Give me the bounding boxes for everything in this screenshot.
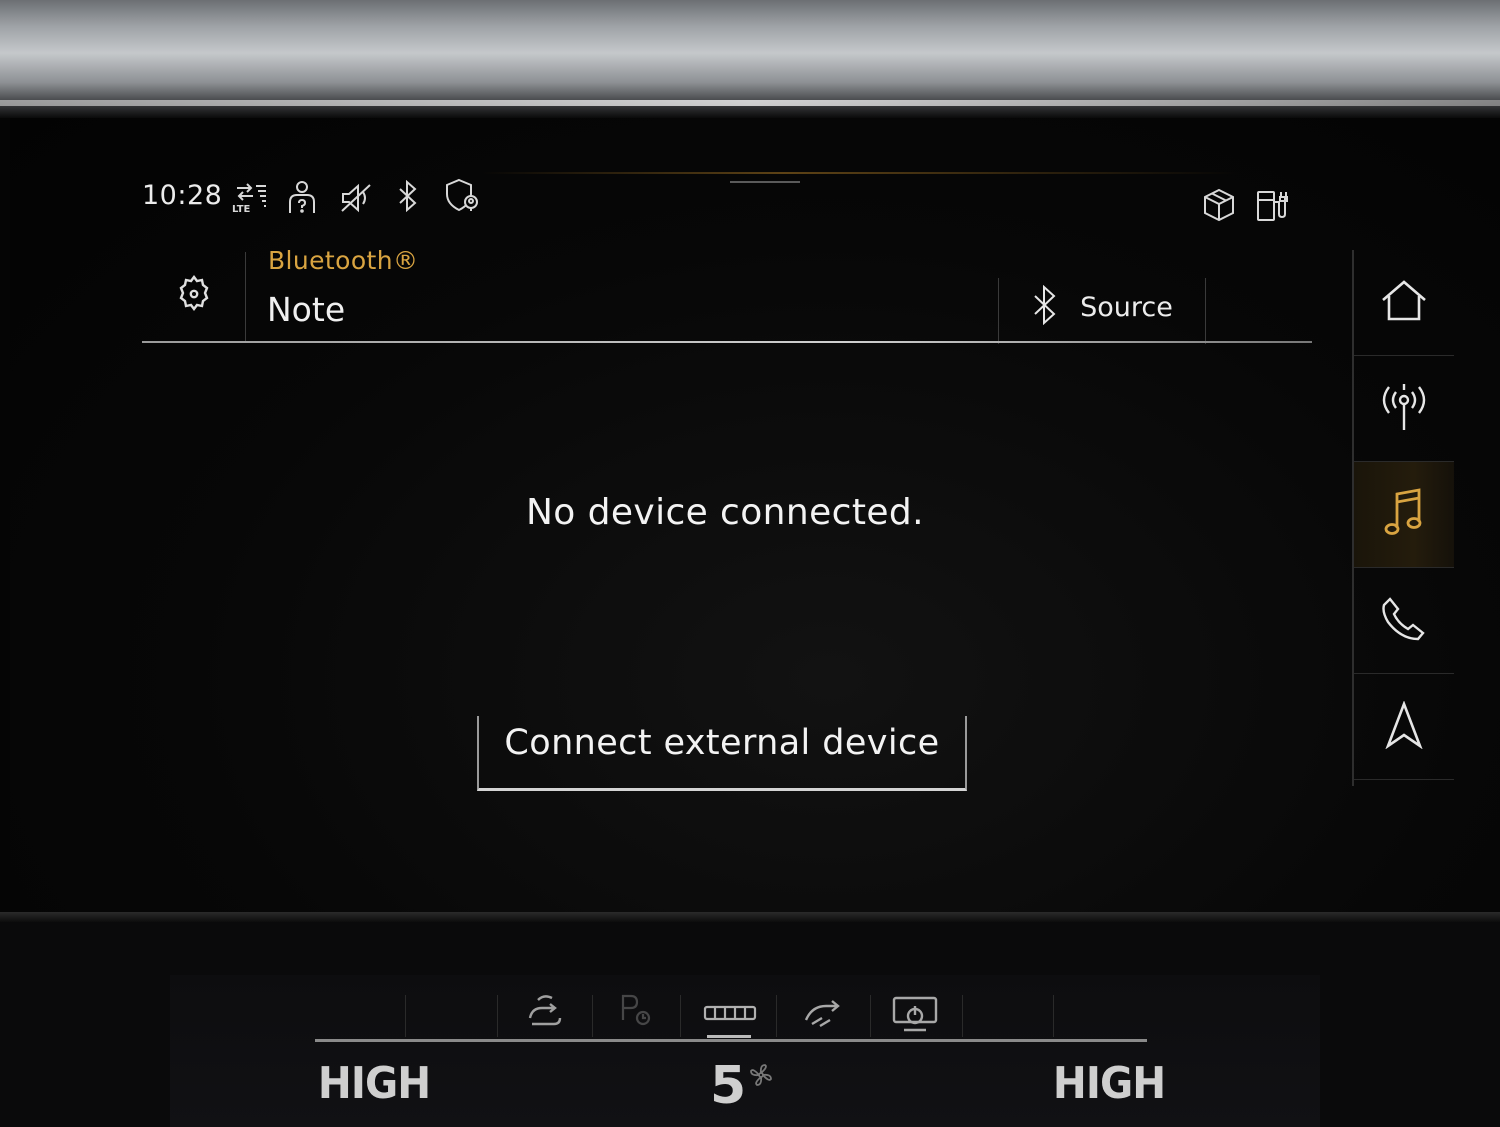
climate-divider	[870, 995, 871, 1037]
car-3d-icon[interactable]	[1203, 188, 1235, 222]
climate-active-indicator	[707, 1035, 751, 1038]
status-time: 10:28	[142, 180, 223, 211]
main-navigation	[1352, 250, 1454, 786]
nav-item-home[interactable]	[1354, 250, 1454, 356]
right-temperature[interactable]: HIGH	[1053, 1058, 1166, 1109]
climate-divider	[497, 995, 498, 1037]
climate-divider-line	[315, 1039, 1147, 1042]
bluetooth-icon	[1032, 284, 1058, 329]
screen-top-glow	[480, 172, 1240, 174]
lte-data-icon: LTE	[231, 182, 269, 214]
phone-icon	[1381, 596, 1427, 646]
screen-bezel	[0, 912, 1500, 922]
header-divider	[1205, 278, 1206, 344]
fan-icon	[748, 1062, 774, 1092]
nav-item-navigation[interactable]	[1354, 674, 1454, 780]
climate-divider	[776, 995, 777, 1037]
mute-icon	[340, 183, 374, 213]
source-button-label: Source	[1080, 291, 1173, 323]
home-icon	[1380, 279, 1428, 327]
location-privacy-icon	[444, 178, 482, 214]
settings-button[interactable]	[142, 250, 245, 342]
header-divider	[245, 252, 246, 342]
climate-divider	[405, 995, 406, 1037]
parking-heater-icon[interactable]	[617, 990, 657, 1034]
seat-heating-icon[interactable]	[703, 1003, 757, 1027]
climate-divider	[1053, 995, 1054, 1037]
charging-station-icon[interactable]	[1255, 188, 1289, 222]
source-button[interactable]: Source	[1000, 272, 1205, 342]
screen-display-off-icon[interactable]	[890, 994, 940, 1038]
fan-speed[interactable]: 5	[710, 1056, 746, 1116]
climate-divider	[680, 995, 681, 1037]
radio-antenna-icon	[1381, 382, 1427, 436]
music-note-icon	[1384, 487, 1424, 542]
connect-external-device-button[interactable]: Connect external device	[477, 716, 967, 791]
navigation-arrow-icon	[1385, 699, 1423, 753]
climate-divider	[962, 995, 963, 1037]
nav-item-phone[interactable]	[1354, 568, 1454, 674]
connect-button-label: Connect external device	[504, 723, 940, 763]
left-temperature[interactable]: HIGH	[318, 1058, 431, 1109]
header-underline	[142, 341, 1312, 343]
nav-item-radio[interactable]	[1354, 356, 1454, 462]
status-bar-pull-handle[interactable]	[730, 181, 800, 183]
climate-divider	[592, 995, 593, 1037]
page-title: Note	[267, 290, 346, 329]
source-subtitle: Bluetooth®	[268, 246, 419, 275]
driver-profile-icon	[287, 180, 317, 214]
defrost-rear-icon[interactable]	[802, 996, 846, 1034]
no-device-message: No device connected.	[525, 492, 925, 533]
air-recirculation-icon[interactable]	[524, 990, 564, 1034]
svg-text:LTE: LTE	[232, 204, 251, 214]
bluetooth-icon	[397, 180, 419, 212]
trim-highlight	[0, 100, 1500, 106]
gear-icon	[174, 274, 214, 318]
nav-item-media[interactable]	[1354, 462, 1454, 568]
header-divider	[998, 278, 999, 344]
